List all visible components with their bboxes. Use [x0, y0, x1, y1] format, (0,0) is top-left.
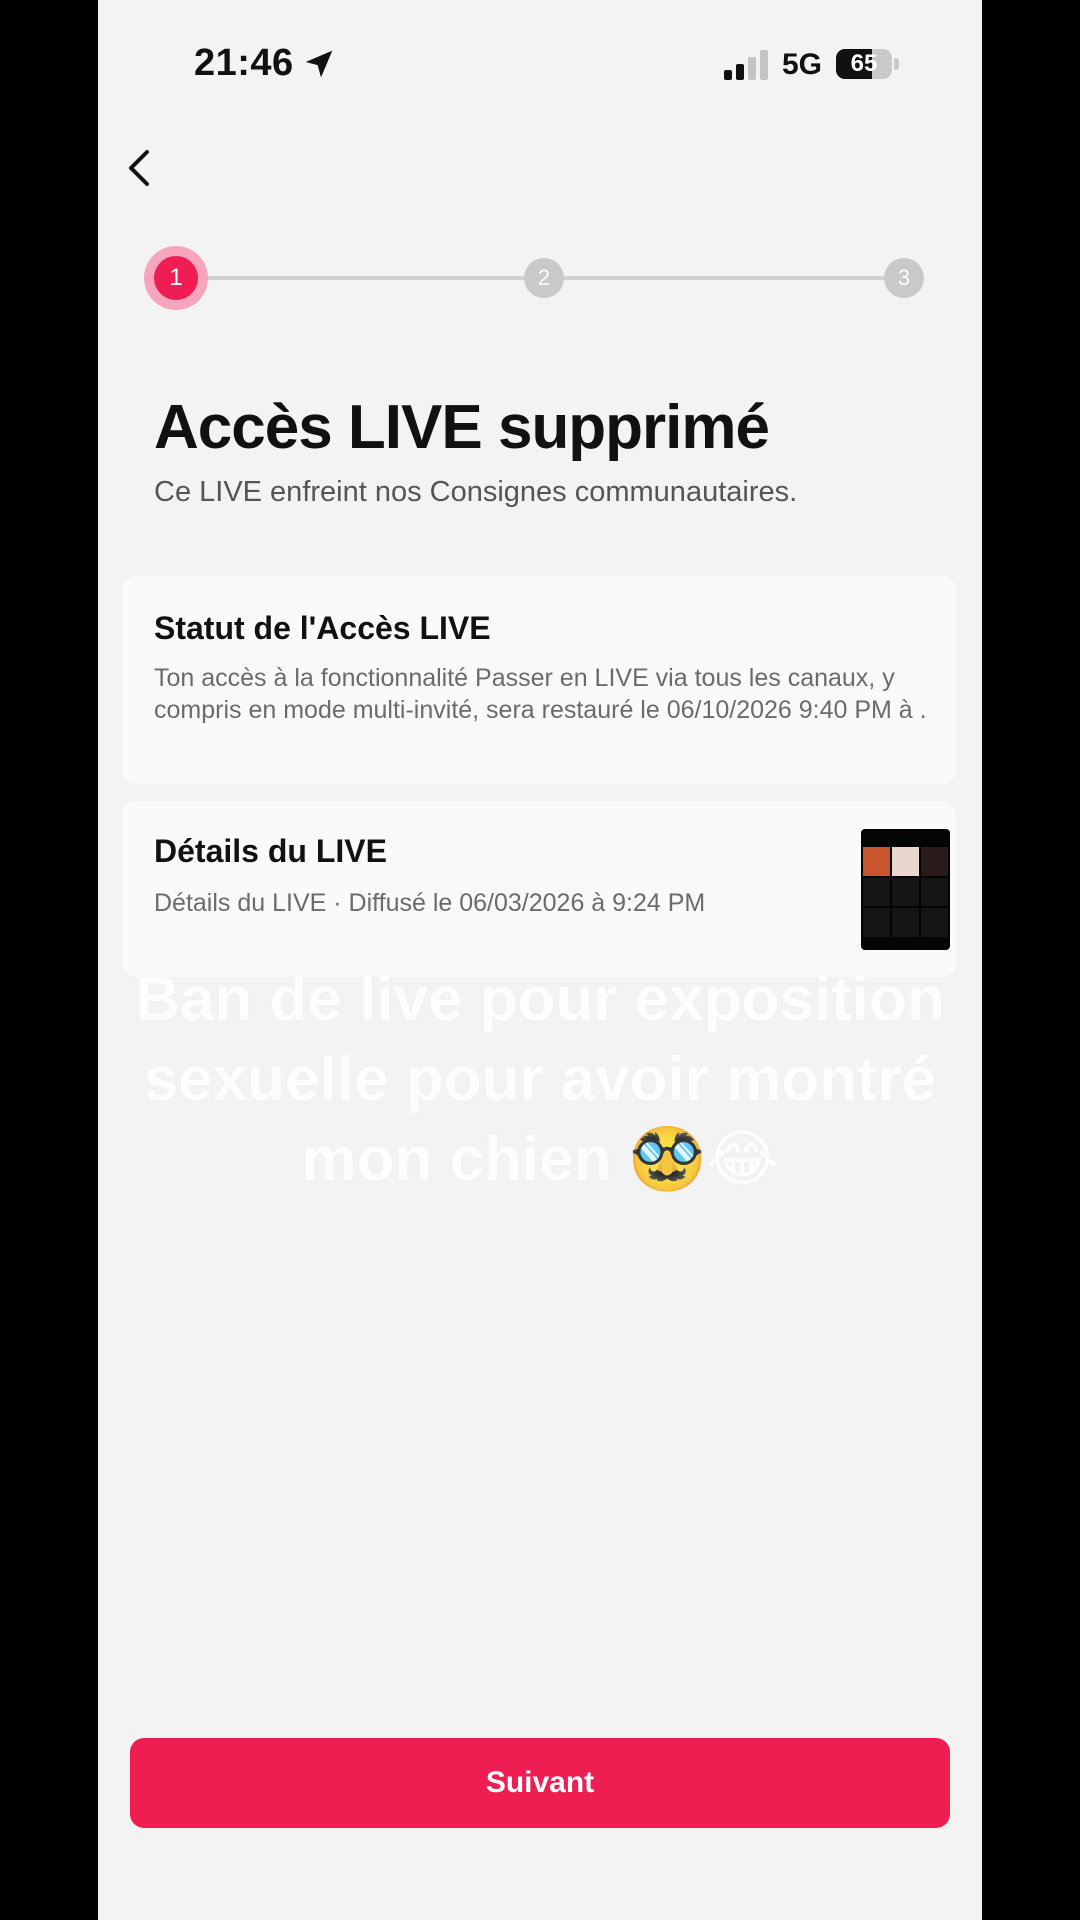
status-time: 21:46 [194, 42, 294, 84]
step-1-halo: 1 [144, 246, 208, 310]
location-arrow-icon [305, 50, 333, 78]
live-details-card[interactable]: Détails du LIVE Détails du LIVE · Diffus… [122, 801, 956, 977]
status-card-text: Ton accès à la fonctionnalité Passer en … [154, 664, 927, 724]
step-2: 2 [524, 258, 564, 298]
status-card-title: Statut de l'Accès LIVE [154, 610, 491, 646]
live-thumbnail[interactable] [861, 829, 950, 950]
page-subtitle: Ce LIVE enfreint nos Consignes communaut… [154, 476, 798, 508]
page-title: Accès LIVE supprimé [154, 393, 770, 462]
cellular-signal-icon [724, 50, 768, 80]
live-access-status-card: Statut de l'Accès LIVE Ton accès à la fo… [122, 576, 956, 784]
step-1: 1 [154, 256, 198, 300]
screen: 21:46 5G 65 1 2 3 Accès LIVE supprimé Ce… [98, 0, 982, 1920]
overlay-caption-line: sexuelle pour avoir montré [143, 1045, 937, 1114]
stepper-line [564, 276, 884, 280]
battery-icon: 65 [836, 49, 900, 79]
stepper-line [204, 276, 524, 280]
network-type: 5G [782, 48, 823, 81]
next-button[interactable]: Suivant [130, 1738, 950, 1828]
battery-percentage: 65 [850, 50, 878, 77]
overlay-caption-line: mon chien 🥸😂 [301, 1125, 779, 1194]
step-3: 3 [884, 258, 924, 298]
overlay-caption: Ban de live pour exposition sexuelle pou… [98, 960, 982, 1200]
chevron-left-icon[interactable] [118, 146, 162, 190]
details-card-title: Détails du LIVE [154, 833, 387, 869]
overlay-caption-line: Ban de live pour exposition [135, 965, 945, 1034]
details-card-text: Détails du LIVE · Diffusé le 06/03/2026 … [154, 889, 706, 917]
progress-stepper: 1 2 3 [144, 246, 924, 310]
